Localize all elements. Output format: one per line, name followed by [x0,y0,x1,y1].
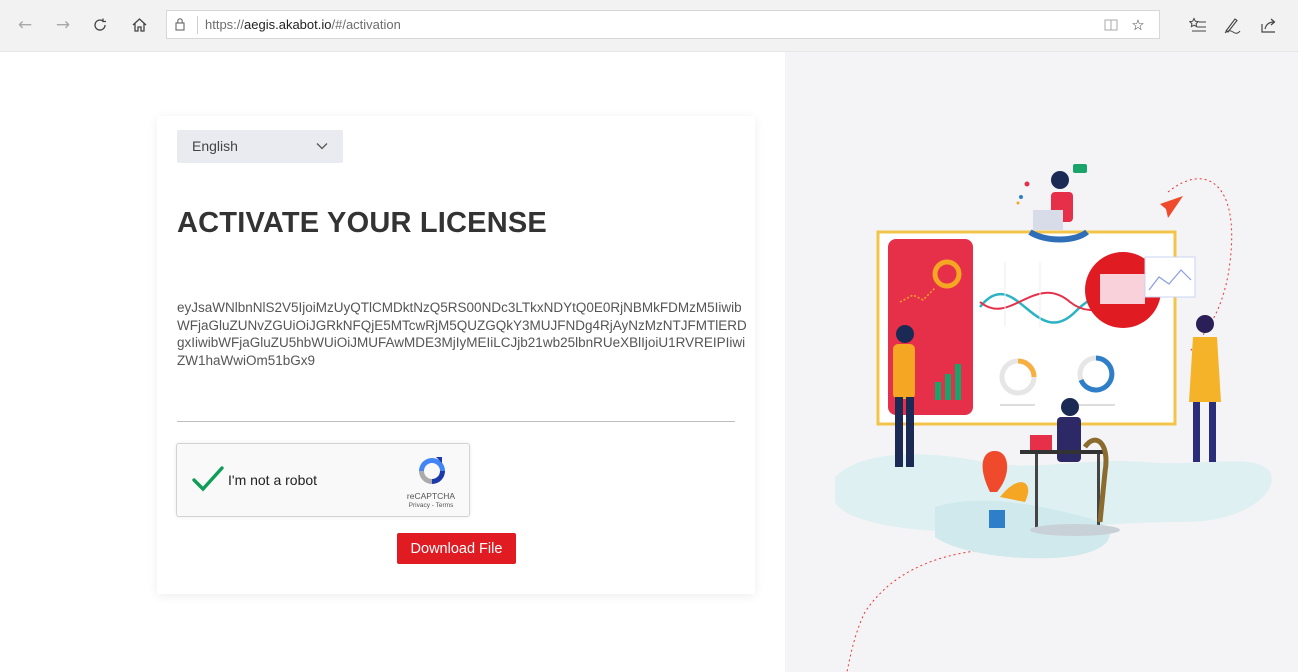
address-bar[interactable]: https://aegis.akabot.io/#/activation ☆ [166,10,1160,39]
page-content: English ACTIVATE YOUR LICENSE eyJsaWNlbn… [0,52,1298,672]
recaptcha-label: I'm not a robot [228,472,318,488]
recaptcha-logo-icon [419,457,445,484]
url-prefix: https:// [205,17,245,32]
favorites-list-icon[interactable] [1186,13,1210,37]
reading-view-icon[interactable] [1101,14,1121,36]
star-icon[interactable]: ☆ [1128,14,1148,36]
recaptcha-widget: I'm not a robot reCAPTCHA Privacy - Term… [176,443,470,517]
lock-icon [175,18,185,31]
home-icon[interactable] [128,13,150,37]
download-file-button[interactable]: Download File [397,533,516,564]
license-key-text: eyJsaWNlbnNlS2V5IjoiMzUyQTlCMDktNzQ5RS00… [177,300,747,368]
forward-arrow-icon[interactable]: → [52,13,74,37]
illustration-panel [785,52,1298,672]
language-select-value: English [192,138,238,154]
refresh-icon[interactable] [89,13,111,37]
page-title: ACTIVATE YOUR LICENSE [177,207,547,239]
recaptcha-privacy-terms[interactable]: Privacy - Terms [399,502,463,509]
team-analytics-illustration [835,164,1272,672]
recaptcha-checkbox[interactable] [191,464,225,494]
chevron-down-icon [316,143,328,150]
browser-toolbar: ← → https://aegis.akabot.io/#/activation… [0,0,1298,52]
divider [177,421,735,422]
share-icon[interactable] [1257,13,1281,37]
pen-icon[interactable] [1220,13,1244,37]
activation-card: English ACTIVATE YOUR LICENSE eyJsaWNlbn… [157,116,755,594]
url-separator [197,16,198,34]
url-host: aegis.akabot.io [244,17,332,32]
back-arrow-icon[interactable]: ← [14,13,36,37]
recaptcha-brand: reCAPTCHA [406,491,456,501]
url-text[interactable]: https://aegis.akabot.io/#/activation [205,17,401,32]
url-path: /#/activation [331,17,401,32]
language-select[interactable]: English [177,130,343,163]
